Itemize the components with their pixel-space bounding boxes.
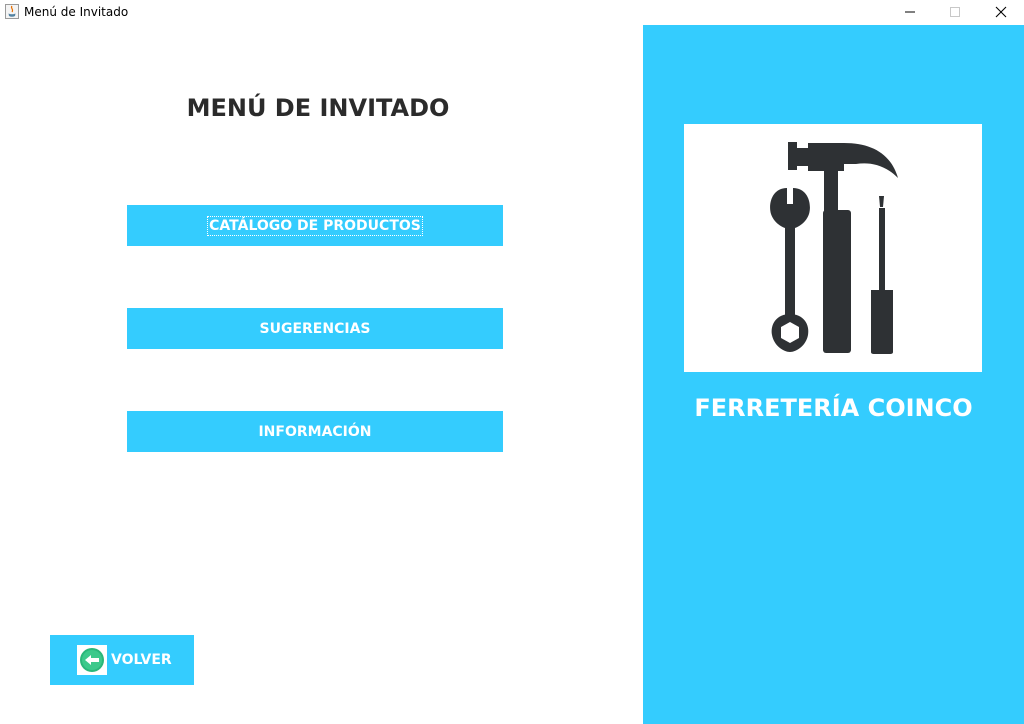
- suggestions-button[interactable]: SUGERENCIAS: [127, 308, 503, 349]
- page-title: MENÚ DE INVITADO: [186, 94, 450, 122]
- information-button[interactable]: INFORMACIÓN: [127, 411, 503, 452]
- information-label: INFORMACIÓN: [258, 423, 372, 440]
- maximize-icon: [950, 7, 960, 17]
- brand-name: FERRETERÍA COINCO: [694, 394, 973, 422]
- product-catalog-label: CATÁLOGO DE PRODUCTOS: [207, 215, 423, 236]
- back-button[interactable]: VOLVER: [50, 635, 194, 685]
- maximize-button: [932, 0, 978, 24]
- back-label: VOLVER: [111, 652, 172, 668]
- minimize-icon: [905, 11, 915, 13]
- minimize-button[interactable]: [887, 0, 933, 24]
- back-icon-frame: [77, 645, 107, 675]
- tools-icon: [770, 142, 898, 354]
- close-icon: [995, 6, 1007, 18]
- logo-frame: [684, 124, 982, 372]
- side-panel: FERRETERÍA COINCO: [643, 25, 1024, 724]
- java-icon: [5, 4, 19, 19]
- arrow-left-circle-icon: [80, 648, 104, 672]
- close-button[interactable]: [978, 0, 1024, 24]
- product-catalog-button[interactable]: CATÁLOGO DE PRODUCTOS: [127, 205, 503, 246]
- title-bar: Menú de Invitado: [0, 0, 1024, 24]
- suggestions-label: SUGERENCIAS: [259, 320, 371, 337]
- window-title: Menú de Invitado: [24, 5, 129, 19]
